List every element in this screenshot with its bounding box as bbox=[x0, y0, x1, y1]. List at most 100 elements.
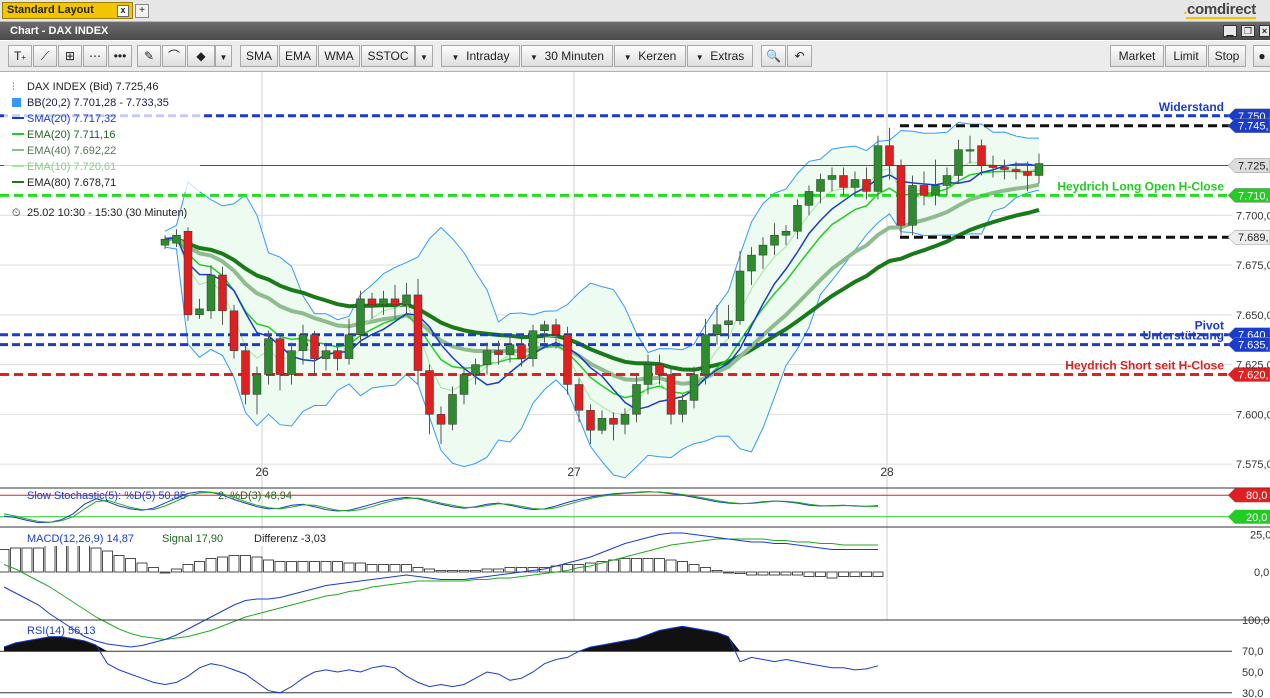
macd-histogram-bar bbox=[149, 568, 159, 573]
info-icon[interactable]: ● bbox=[1253, 45, 1270, 67]
macd-histogram-bar bbox=[344, 563, 354, 572]
price-tick-label: 7.600,0 bbox=[1236, 409, 1270, 421]
candle-body bbox=[1024, 172, 1032, 176]
macd-histogram-bar bbox=[758, 572, 768, 575]
sma-button[interactable]: SMA bbox=[240, 45, 278, 67]
interval-dropdown[interactable]: ▼ 30 Minuten bbox=[521, 45, 613, 67]
candle-body bbox=[437, 414, 445, 424]
macd-histogram-bar bbox=[183, 565, 193, 573]
macd-histogram-bar bbox=[436, 571, 446, 573]
rsi-tick-label: 100,0 bbox=[1242, 615, 1270, 627]
add-tab-button[interactable]: + bbox=[135, 4, 149, 18]
macd-histogram-bar bbox=[34, 548, 44, 572]
macd-histogram-bar bbox=[11, 548, 21, 572]
macd-legend: MACD(12,26,9) 14,87 bbox=[27, 533, 134, 545]
chart-type-dropdown[interactable]: ▼ Kerzen bbox=[614, 45, 686, 67]
macd-histogram-bar bbox=[586, 563, 596, 572]
macd-histogram-bar bbox=[873, 572, 883, 577]
undo-icon[interactable]: ↶ bbox=[787, 45, 812, 67]
pen-tool-icon[interactable]: ✎ bbox=[137, 45, 161, 67]
macd-histogram-bar bbox=[712, 571, 722, 573]
market-order-button[interactable]: Market bbox=[1110, 45, 1164, 67]
candle-body bbox=[552, 325, 560, 335]
restore-icon[interactable]: ❐ bbox=[1241, 25, 1255, 37]
candle-body bbox=[207, 275, 215, 311]
level-price-text: 7.635, bbox=[1238, 340, 1269, 352]
macd-histogram-bar bbox=[80, 545, 90, 572]
macd-histogram-bar bbox=[425, 569, 435, 572]
candle-body bbox=[357, 299, 365, 335]
candle-body bbox=[644, 365, 652, 385]
rsi-overbought-fill bbox=[4, 626, 878, 651]
candle-body bbox=[414, 295, 422, 371]
text-tool-icon[interactable]: T+ bbox=[8, 45, 32, 67]
candle-body bbox=[529, 331, 537, 359]
macd-histogram-bar bbox=[229, 556, 239, 573]
candle-body bbox=[334, 351, 342, 359]
wma-button[interactable]: WMA bbox=[318, 45, 360, 67]
extras-dropdown[interactable]: ▼ Extras bbox=[687, 45, 753, 67]
trendline-tool-icon[interactable]: ⟋ bbox=[33, 45, 57, 67]
candle-body bbox=[299, 335, 307, 351]
macd-histogram-bar bbox=[91, 548, 101, 572]
chart-canvas[interactable]: Widerstand7.750,7.745,7.725,Heydrich Lon… bbox=[0, 72, 1270, 698]
shape-tool-icon[interactable]: ◆ bbox=[187, 45, 215, 67]
dotted-line-tool-icon[interactable]: ••• bbox=[108, 45, 132, 67]
candle-body bbox=[633, 384, 641, 414]
macd-histogram-bar bbox=[816, 572, 826, 577]
intraday-dropdown[interactable]: ▼ Intraday bbox=[441, 45, 520, 67]
macd-histogram-bar bbox=[160, 572, 170, 573]
macd-histogram-bar bbox=[459, 571, 469, 573]
window-title: Chart - DAX INDEX bbox=[0, 25, 108, 37]
brand-logo: .comdirect bbox=[1183, 1, 1256, 18]
macd-histogram-bar bbox=[643, 559, 653, 573]
candle-body bbox=[449, 394, 457, 424]
indicator-dropdown-icon[interactable]: ▼ bbox=[415, 45, 433, 67]
period-label: 25.02 10:30 - 15:30 (30 Minuten) bbox=[27, 207, 187, 219]
macd-histogram-bar bbox=[850, 572, 860, 577]
macd-histogram-bar bbox=[701, 568, 711, 573]
candle-body bbox=[909, 185, 917, 225]
candle-body bbox=[897, 166, 905, 226]
macd-histogram-bar bbox=[321, 562, 331, 573]
candle-body bbox=[196, 309, 204, 315]
chevron-down-icon: ▼ bbox=[696, 53, 704, 62]
candle-body bbox=[472, 365, 480, 375]
candle-body bbox=[932, 185, 940, 195]
stoch-20-label: 20,0 bbox=[1246, 512, 1267, 524]
macd-histogram-bar bbox=[333, 562, 343, 573]
candle-body bbox=[989, 166, 997, 168]
arc-tool-icon[interactable]: ⌒ bbox=[162, 45, 186, 67]
horizontal-line-tool-icon[interactable]: ⋯ bbox=[83, 45, 107, 67]
macd-histogram-bar bbox=[0, 550, 9, 573]
zoom-icon[interactable]: 🔍 bbox=[761, 45, 786, 67]
price-tick-label: 7.650,0 bbox=[1236, 310, 1270, 322]
date-tick-label: 26 bbox=[255, 465, 269, 479]
sstoc-button[interactable]: SSTOC bbox=[361, 45, 415, 67]
macd-histogram-bar bbox=[287, 562, 297, 573]
stoch-legend-d: 2. %D(3) 48,94 bbox=[218, 490, 292, 502]
candle-body bbox=[253, 375, 261, 395]
candle-body bbox=[748, 255, 756, 271]
macd-histogram-bar bbox=[505, 568, 515, 573]
stop-order-button[interactable]: Stop bbox=[1208, 45, 1246, 67]
minimize-icon[interactable]: ▁ bbox=[1223, 25, 1237, 37]
candle-body bbox=[288, 351, 296, 375]
candle-body bbox=[495, 351, 503, 355]
bollinger-swatch-icon bbox=[12, 98, 21, 107]
limit-order-button[interactable]: Limit bbox=[1165, 45, 1207, 67]
macd-histogram-bar bbox=[402, 565, 412, 573]
ema-button[interactable]: EMA bbox=[279, 45, 317, 67]
close-window-icon[interactable]: × bbox=[1259, 25, 1270, 37]
candle-body bbox=[759, 245, 767, 255]
layout-tab-standard[interactable]: Standard Layout x bbox=[2, 2, 133, 19]
macd-histogram-bar bbox=[747, 572, 757, 575]
layout-tab-label: Standard Layout bbox=[7, 4, 94, 16]
candle-body bbox=[426, 371, 434, 415]
tab-close-icon[interactable]: x bbox=[117, 5, 129, 17]
macd-histogram-bar bbox=[839, 572, 849, 577]
macd-histogram-bar bbox=[68, 545, 78, 572]
tools-dropdown-icon[interactable]: ▼ bbox=[215, 45, 232, 67]
macd-histogram-bar bbox=[689, 565, 699, 573]
fibonacci-tool-icon[interactable]: ⊞ bbox=[58, 45, 82, 67]
